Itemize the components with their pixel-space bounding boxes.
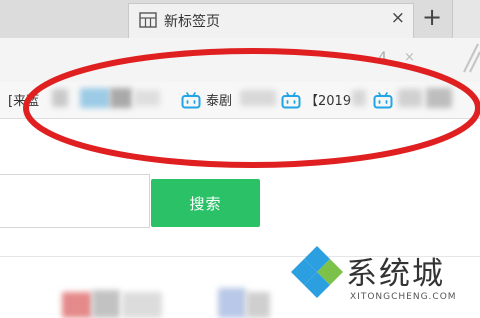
watermark-logo-icon bbox=[291, 246, 343, 298]
watermark-title: 系统城 bbox=[346, 256, 445, 292]
watermark-url: XITONGCHENG.COM bbox=[350, 292, 457, 302]
